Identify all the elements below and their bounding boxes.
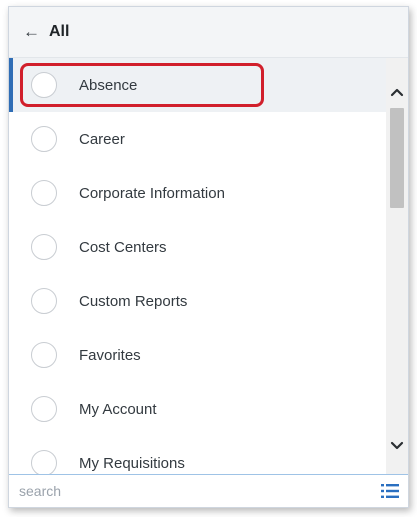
list-item-custom-reports[interactable]: Custom Reports [9, 274, 386, 328]
list-item-career[interactable]: Career [9, 112, 386, 166]
radio-button[interactable] [31, 72, 57, 98]
list-item-label: Absence [79, 76, 138, 94]
radio-button[interactable] [31, 180, 57, 206]
category-list: Absence Career Corporate Information Cos… [9, 58, 408, 474]
left-arrow-icon: ← [23, 22, 40, 41]
scroll-down-button[interactable] [386, 434, 408, 458]
list-item-my-account[interactable]: My Account [9, 382, 386, 436]
list-item-label: Favorites [79, 346, 141, 364]
selected-indicator-bar [9, 58, 13, 112]
chevron-up-icon [390, 88, 404, 97]
list-item-label: Corporate Information [79, 184, 225, 202]
radio-button[interactable] [31, 342, 57, 368]
list-scrollbar[interactable] [386, 58, 408, 474]
radio-button[interactable] [31, 288, 57, 314]
back-to-all-button[interactable]: ← All [9, 7, 408, 58]
list-item-corporate-information[interactable]: Corporate Information [9, 166, 386, 220]
list-item-label: My Requisitions [79, 454, 185, 472]
scroll-thumb[interactable] [390, 108, 404, 208]
radio-button[interactable] [31, 396, 57, 422]
list-item-favorites[interactable]: Favorites [9, 328, 386, 382]
category-picker-panel: ← All Absence Career Corporate Informati… [8, 6, 409, 508]
back-label: All [49, 23, 70, 40]
search-bar [9, 474, 408, 507]
list-item-label: Cost Centers [79, 238, 167, 256]
scroll-up-button[interactable] [386, 80, 408, 104]
radio-button[interactable] [31, 234, 57, 260]
chevron-down-icon [390, 441, 404, 450]
list-item-label: Career [79, 130, 125, 148]
list-item-label: Custom Reports [79, 292, 188, 310]
list-item-cost-centers[interactable]: Cost Centers [9, 220, 386, 274]
radio-button[interactable] [31, 450, 57, 474]
list-item-label: My Account [79, 400, 157, 418]
list-item-absence[interactable]: Absence [9, 58, 386, 112]
search-input[interactable] [9, 475, 369, 506]
list-view-icon[interactable] [380, 481, 400, 501]
list-item-my-requisitions[interactable]: My Requisitions [9, 436, 386, 474]
radio-button[interactable] [31, 126, 57, 152]
